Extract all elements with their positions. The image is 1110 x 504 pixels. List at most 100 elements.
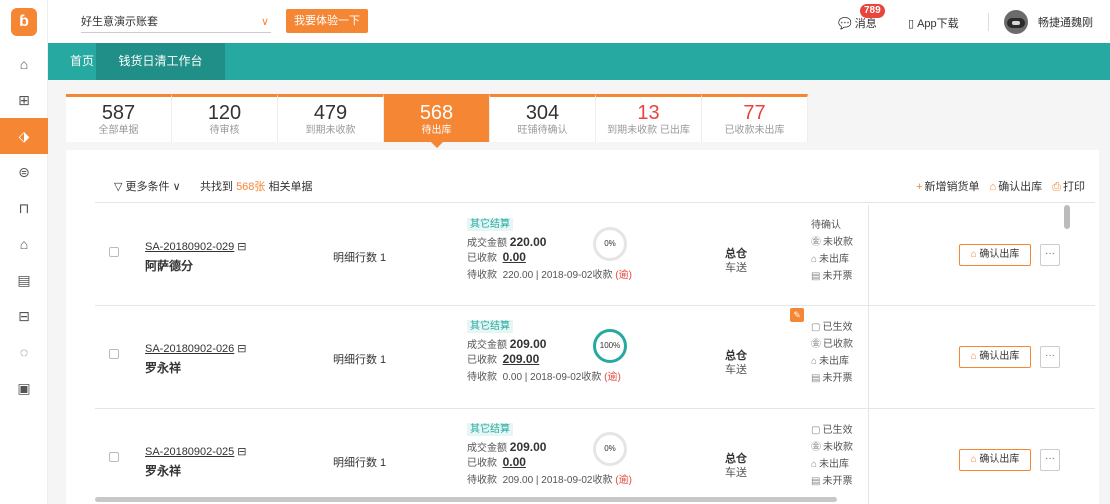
overdue-tag[interactable]: (逾)	[615, 270, 632, 281]
stat-label: 已收款未出库	[724, 125, 785, 136]
avatar	[1004, 10, 1028, 34]
row-checkbox[interactable]	[109, 349, 119, 359]
more-button[interactable]: ···	[1040, 244, 1060, 266]
stat-label: 到期未收款	[305, 125, 356, 136]
status-label: 待确认	[811, 220, 841, 231]
house-icon: ⌂	[970, 249, 977, 260]
found-suffix: 相关单据	[265, 181, 313, 193]
status-text: ▤ 未开票	[811, 373, 853, 385]
amount-value: 209.00	[509, 440, 547, 454]
briefcase-icon[interactable]: ⊓	[0, 190, 48, 226]
stat-due-unpaid[interactable]: 479 到期未收款	[278, 94, 384, 142]
status-text: ⌂ 未出库	[811, 356, 853, 368]
tab-workbench[interactable]: 钱货日清工作台	[96, 43, 225, 80]
line-count: 明细行数 1	[333, 354, 387, 366]
status-label: 未开票	[822, 271, 853, 282]
warehouse-icon[interactable]: ⬗	[0, 118, 48, 154]
print-button[interactable]: ⎙ 打印	[1052, 178, 1085, 194]
confirm-outbound-row-button[interactable]: ⌂ 确认出库	[959, 449, 1031, 471]
copy-icon[interactable]: ⊟	[237, 445, 246, 458]
order-link[interactable]: SA-20180902-025 ⊟	[145, 445, 247, 458]
more-filters-button[interactable]: ▽ 更多条件 ∨	[114, 178, 181, 194]
new-icon[interactable]: ▣	[0, 370, 48, 406]
scan-icon[interactable]: ⊟	[0, 298, 48, 334]
due-label: 待收款	[467, 270, 497, 281]
amount-label: 成交金额	[467, 238, 507, 249]
app-download-button[interactable]: ▯ App下载	[908, 13, 959, 33]
stat-paid-not-shipped[interactable]: 77 已收款未出库	[702, 94, 808, 142]
horizontal-scrollbar[interactable]	[95, 497, 837, 502]
paid-label: 已收款	[467, 253, 497, 264]
app-logo[interactable]: ɓ	[0, 0, 48, 43]
more-button[interactable]: ···	[1040, 449, 1060, 471]
stat-shop-pending[interactable]: 304 旺铺待确认	[490, 94, 596, 142]
confirm-label: 确认出库	[979, 454, 1020, 465]
order-link[interactable]: SA-20180902-026 ⊟	[145, 342, 247, 355]
status-label: 未开票	[822, 476, 853, 487]
filter-label: 更多条件	[125, 181, 170, 193]
confirm-outbound-row-button[interactable]: ⌂ 确认出库	[959, 244, 1031, 266]
stat-tabs: 587 全部单据 120 待审核 479 到期未收款 568 待出库 304 旺铺待确认 …	[66, 94, 808, 148]
due-row: 待收款 0.00 | 2018-09-02收款 (逾)	[467, 368, 621, 383]
paid-value: 0.00	[502, 250, 526, 264]
bag-icon[interactable]: ⊜	[0, 154, 48, 190]
edit-icon[interactable]: ✎	[790, 308, 804, 322]
money-icon: ㊎	[811, 237, 821, 248]
result-count: 共找到 568张 相关单据	[200, 178, 312, 194]
chevron-down-icon: ∨	[172, 181, 181, 193]
stat-label: 旺铺待确认	[517, 125, 568, 136]
status-label: 已生效	[822, 425, 853, 436]
stat-pending-outbound[interactable]: 568 待出库	[384, 94, 490, 148]
money-icon: ㊎	[811, 339, 821, 350]
status-list: ▢ 已生效 ㊎已收款 ⌂ 未出库 ▤ 未开票	[811, 322, 853, 385]
tab-home[interactable]: 首页	[70, 43, 94, 80]
paid-row: 已收款 209.00	[467, 351, 539, 366]
loading-icon[interactable]: ◌	[0, 334, 48, 370]
confirm-outbound-row-button[interactable]: ⌂ 确认出库	[959, 346, 1031, 368]
new-order-label: 新增销货单	[924, 181, 980, 193]
amount-label: 成交金额	[467, 443, 507, 454]
top-bar: 好生意演示账套 ∨ 我要体验一下 💬 消息 789 ▯ App下载 畅捷通魏刚	[48, 0, 1110, 43]
home-icon[interactable]: ⌂	[0, 46, 48, 82]
customer-name: 阿萨德分	[145, 259, 194, 273]
gift-icon[interactable]: ⊞	[0, 82, 48, 118]
confirm-outbound-label: 确认出库	[998, 181, 1043, 193]
amount-value: 209.00	[509, 337, 547, 351]
message-icon: 💬	[838, 17, 852, 30]
new-order-button[interactable]: + 新增销货单	[916, 178, 979, 194]
found-prefix: 共找到	[200, 181, 237, 193]
overdue-tag[interactable]: (逾)	[615, 475, 632, 486]
order-number: SA-20180902-025	[145, 446, 235, 458]
overdue-tag[interactable]: (逾)	[604, 372, 621, 383]
stat-label: 待审核	[209, 125, 240, 136]
payment-progress: 0%	[593, 432, 627, 466]
app-download-label: App下载	[917, 18, 959, 30]
confirm-outbound-button[interactable]: ⌂ 确认出库	[990, 178, 1043, 194]
stat-due-unpaid-shipped[interactable]: 13 到期未收款 已出库	[596, 94, 702, 142]
paid-row: 已收款 0.00	[467, 454, 526, 469]
building-icon[interactable]: ⌂	[0, 226, 48, 262]
stat-all[interactable]: 587 全部单据	[66, 94, 172, 142]
clipboard-icon[interactable]: ▤	[0, 262, 48, 298]
delivery-method: 车送	[725, 467, 747, 479]
order-link[interactable]: SA-20180902-029 ⊟	[145, 240, 247, 253]
status-list: 待确认 ㊎未收款 ⌂ 未出库 ▤ 未开票	[811, 220, 853, 283]
paid-value: 0.00	[502, 455, 526, 469]
messages-button[interactable]: 💬 消息 789	[838, 4, 885, 33]
copy-icon[interactable]: ⊟	[237, 240, 246, 253]
delivery-method: 车送	[725, 364, 747, 376]
status-text: 待确认	[811, 220, 853, 232]
stat-number: 479	[313, 102, 348, 124]
stat-number: 13	[637, 102, 660, 124]
row-checkbox[interactable]	[109, 452, 119, 462]
copy-icon[interactable]: ⊟	[237, 342, 246, 355]
vertical-scrollbar[interactable]	[1064, 205, 1070, 229]
row-checkbox[interactable]	[109, 247, 119, 257]
try-button[interactable]: 我要体验一下	[286, 9, 368, 33]
user-menu[interactable]: 畅捷通魏刚	[1004, 10, 1093, 34]
account-select[interactable]: 好生意演示账套 ∨	[81, 11, 271, 33]
payment-progress: 100%	[593, 329, 627, 363]
house-icon: ⌂	[811, 254, 818, 265]
stat-pending-review[interactable]: 120 待审核	[172, 94, 278, 142]
more-button[interactable]: ···	[1040, 346, 1060, 368]
